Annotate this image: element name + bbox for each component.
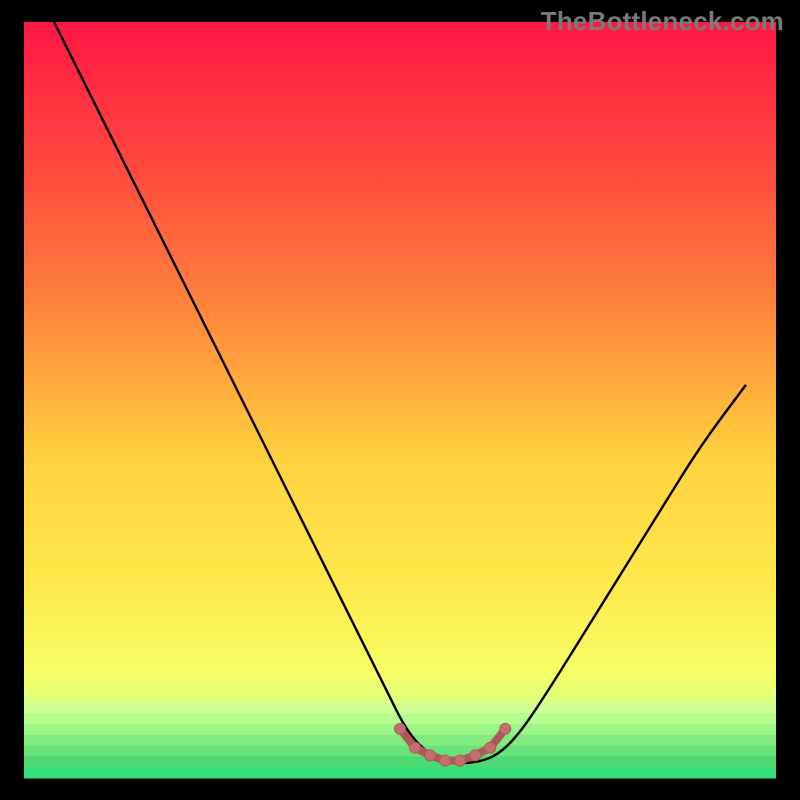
chart-highlight-dot <box>485 742 496 753</box>
chart-highlight-dot <box>395 723 406 734</box>
chart-highlight-dot <box>470 750 481 761</box>
chart-green-banding <box>24 702 776 778</box>
bottleneck-chart <box>0 0 800 800</box>
chart-container: { "watermark": "TheBottleneck.com", "col… <box>0 0 800 800</box>
chart-highlight-dot <box>440 755 451 766</box>
chart-plot-background <box>24 22 776 778</box>
chart-highlight-dot <box>425 750 436 761</box>
chart-highlight-dot <box>455 755 466 766</box>
chart-highlight-dot <box>410 742 421 753</box>
watermark-text: TheBottleneck.com <box>541 6 784 37</box>
chart-highlight-dot <box>500 723 511 734</box>
